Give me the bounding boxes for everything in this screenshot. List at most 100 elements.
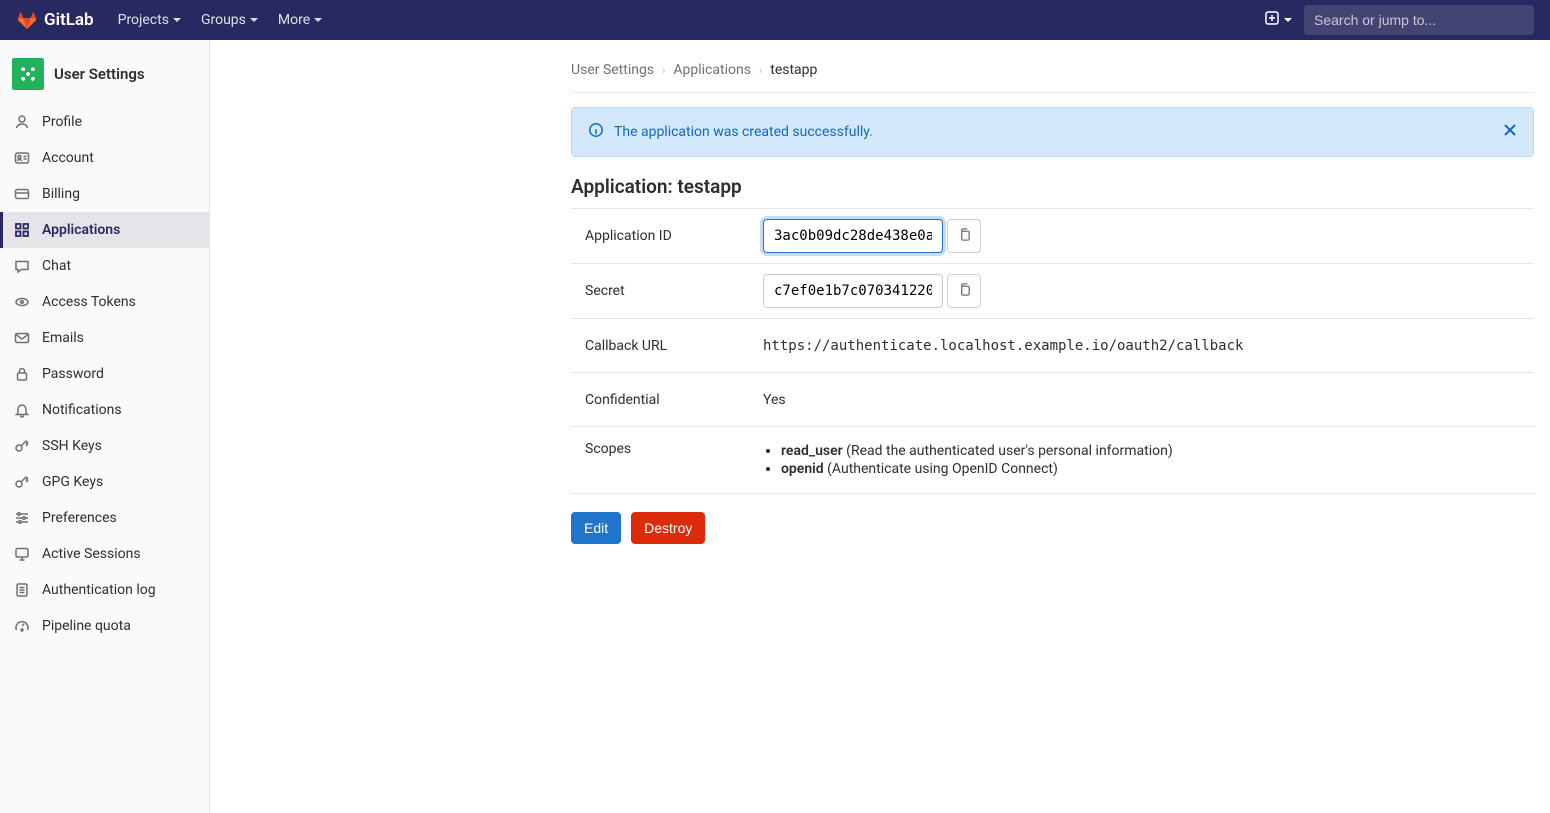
flash-message: The application was created successfully… [614, 124, 1493, 140]
scope-name: read_user [781, 443, 843, 459]
sidebar-item-chat[interactable]: Chat [0, 248, 209, 284]
sidebar: User Settings Profile Account Billing Ap [0, 40, 210, 813]
sidebar-item-pipeline-quota[interactable]: Pipeline quota [0, 608, 209, 644]
scope-item: read_user (Read the authenticated user's… [781, 443, 1520, 459]
label-callback-url: Callback URL [585, 338, 763, 354]
clipboard-icon [957, 227, 972, 245]
sidebar-item-preferences[interactable]: Preferences [0, 500, 209, 536]
global-search[interactable] [1304, 5, 1534, 35]
user-avatar [12, 58, 44, 90]
sidebar-title: User Settings [54, 65, 145, 83]
sidebar-item-label: Pipeline quota [42, 618, 131, 634]
sidebar-item-label: Active Sessions [42, 546, 141, 562]
label-confidential: Confidential [585, 392, 763, 408]
sidebar-item-access-tokens[interactable]: Access Tokens [0, 284, 209, 320]
scope-desc: (Read the authenticated user's personal … [843, 443, 1173, 459]
sidebar-item-label: Profile [42, 114, 82, 130]
scope-item: openid (Authenticate using OpenID Connec… [781, 461, 1520, 477]
sidebar-item-notifications[interactable]: Notifications [0, 392, 209, 428]
gauge-icon [14, 618, 30, 634]
main: User Settings › Applications › testapp T… [210, 40, 1550, 813]
chevron-right-icon: › [759, 64, 762, 77]
bell-icon [14, 402, 30, 418]
chevron-down-icon [1284, 18, 1292, 26]
nav-more[interactable]: More [270, 0, 330, 40]
chevron-down-icon [314, 18, 322, 26]
brand[interactable]: GitLab [16, 9, 94, 31]
sidebar-item-label: Password [42, 366, 104, 382]
label-scopes: Scopes [585, 441, 763, 457]
applications-icon [14, 222, 30, 238]
label-application-id: Application ID [585, 228, 763, 244]
sliders-icon [14, 510, 30, 526]
secret-input[interactable] [763, 274, 943, 308]
breadcrumb-user-settings[interactable]: User Settings [571, 62, 654, 78]
breadcrumb-applications[interactable]: Applications [673, 62, 751, 78]
scopes-list: read_user (Read the authenticated user's… [763, 443, 1520, 477]
sidebar-item-emails[interactable]: Emails [0, 320, 209, 356]
label-secret: Secret [585, 283, 763, 299]
chevron-right-icon: › [662, 64, 665, 77]
sidebar-item-password[interactable]: Password [0, 356, 209, 392]
token-icon [14, 294, 30, 310]
callback-url-value: https://authenticate.localhost.example.i… [763, 338, 1520, 354]
account-badge-icon [14, 150, 30, 166]
sidebar-item-billing[interactable]: Billing [0, 176, 209, 212]
sidebar-item-label: GPG Keys [42, 474, 103, 490]
breadcrumb-current: testapp [770, 62, 817, 78]
sidebar-item-label: Preferences [42, 510, 117, 526]
sidebar-item-label: SSH Keys [42, 438, 102, 454]
credit-card-icon [14, 186, 30, 202]
mail-icon [14, 330, 30, 346]
log-icon [14, 582, 30, 598]
search-input[interactable] [1314, 12, 1524, 28]
sidebar-item-label: Applications [42, 222, 120, 238]
sidebar-item-profile[interactable]: Profile [0, 104, 209, 140]
key-icon [14, 474, 30, 490]
chevron-down-icon [173, 18, 181, 26]
nav-groups[interactable]: Groups [193, 0, 266, 40]
top-navbar: GitLab Projects Groups More [0, 0, 1550, 40]
lock-icon [14, 366, 30, 382]
monitor-icon [14, 546, 30, 562]
confidential-value: Yes [763, 392, 1520, 408]
profile-icon [14, 114, 30, 130]
copy-application-id-button[interactable] [947, 219, 981, 253]
sidebar-item-label: Access Tokens [42, 294, 136, 310]
page-title: Application: testapp [571, 175, 1534, 198]
clipboard-icon [957, 282, 972, 300]
gitlab-icon [16, 9, 38, 31]
new-button[interactable] [1260, 10, 1296, 30]
sidebar-item-label: Authentication log [42, 582, 156, 598]
edit-button[interactable]: Edit [571, 512, 621, 544]
sidebar-item-label: Notifications [42, 402, 122, 418]
breadcrumb: User Settings › Applications › testapp [571, 56, 1534, 93]
chat-icon [14, 258, 30, 274]
flash-close-button[interactable] [1503, 123, 1517, 141]
app-detail-table: Application ID S [571, 208, 1534, 494]
application-id-input[interactable] [763, 219, 943, 253]
sidebar-item-label: Emails [42, 330, 84, 346]
sidebar-item-label: Account [42, 150, 94, 166]
copy-secret-button[interactable] [947, 274, 981, 308]
sidebar-item-applications[interactable]: Applications [0, 212, 209, 248]
sidebar-item-active-sessions[interactable]: Active Sessions [0, 536, 209, 572]
flash-success: The application was created successfully… [571, 107, 1534, 157]
sidebar-item-label: Billing [42, 186, 80, 202]
nav-projects[interactable]: Projects [110, 0, 189, 40]
sidebar-header: User Settings [0, 50, 209, 104]
key-icon [14, 438, 30, 454]
plus-box-icon [1264, 10, 1280, 30]
sidebar-item-auth-log[interactable]: Authentication log [0, 572, 209, 608]
scope-desc: (Authenticate using OpenID Connect) [824, 461, 1058, 477]
action-buttons: Edit Destroy [571, 512, 1534, 544]
sidebar-item-label: Chat [42, 258, 71, 274]
destroy-button[interactable]: Destroy [631, 512, 705, 544]
scope-name: openid [781, 461, 824, 477]
sidebar-item-ssh-keys[interactable]: SSH Keys [0, 428, 209, 464]
info-icon [588, 122, 604, 142]
brand-name: GitLab [44, 10, 94, 30]
sidebar-item-gpg-keys[interactable]: GPG Keys [0, 464, 209, 500]
chevron-down-icon [250, 18, 258, 26]
sidebar-item-account[interactable]: Account [0, 140, 209, 176]
